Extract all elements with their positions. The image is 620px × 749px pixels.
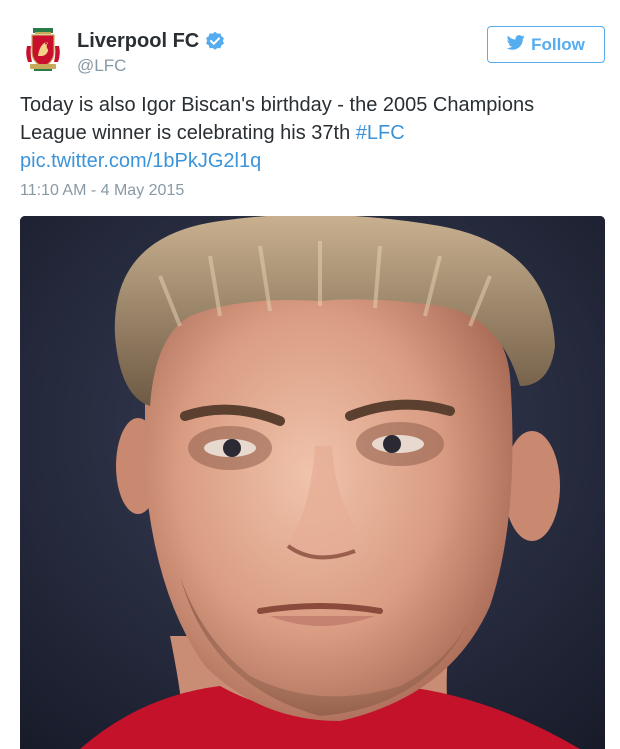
hashtag-link[interactable]: #LFC bbox=[356, 122, 405, 144]
tweet-card: Liverpool FC @LFC Follow Today is also I… bbox=[0, 0, 620, 749]
tweet-header: Liverpool FC @LFC Follow bbox=[20, 24, 605, 77]
verified-badge-icon bbox=[205, 31, 225, 51]
account-info: Liverpool FC @LFC bbox=[77, 28, 225, 77]
follow-button[interactable]: Follow bbox=[487, 26, 605, 63]
follow-button-label: Follow bbox=[531, 34, 585, 54]
liverpool-crest-icon[interactable] bbox=[24, 26, 62, 72]
account-handle[interactable]: @LFC bbox=[77, 55, 225, 77]
media-link[interactable]: pic.twitter.com/1bPkJG2l1q bbox=[20, 150, 261, 172]
tweet-text: Today is also Igor Biscan's birthday - t… bbox=[20, 91, 590, 175]
tweet-timestamp[interactable]: 11:10 AM - 4 May 2015 bbox=[20, 180, 184, 202]
twitter-bird-icon bbox=[506, 34, 531, 55]
tweet-body: Today is also Igor Biscan's birthday - t… bbox=[20, 94, 535, 144]
portrait-photo[interactable] bbox=[20, 216, 605, 749]
display-name[interactable]: Liverpool FC bbox=[77, 28, 199, 54]
